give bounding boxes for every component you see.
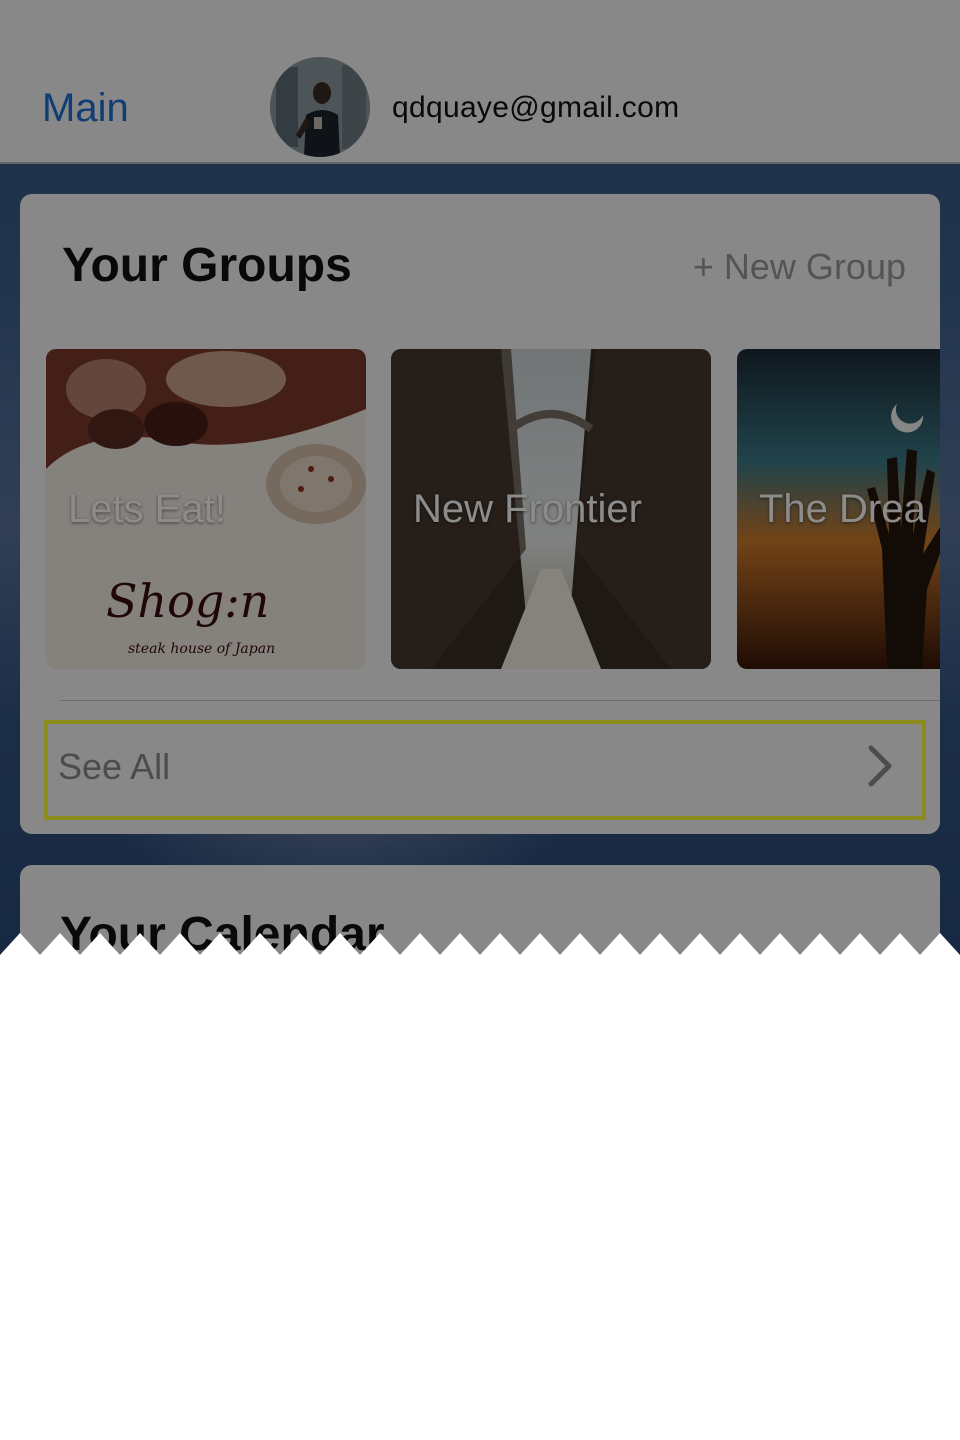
group-tile-lets-eat[interactable]: Shog:n steak house of Japan Lets Eat! [46, 349, 366, 669]
shogun-logo-text: Shog:n [106, 574, 269, 628]
see-all-button[interactable]: See All [44, 720, 926, 820]
shogun-logo-subtext: steak house of Japan [128, 641, 275, 657]
group-tile-new-frontier[interactable]: New Frontier [391, 349, 711, 669]
app-screen: Main qdquaye@gmail.com Your Groups + New… [0, 0, 960, 960]
torn-edge [0, 933, 960, 1440]
see-all-label: See All [58, 746, 171, 787]
new-group-button[interactable]: + New Group [693, 244, 906, 290]
group-tile-the-dream[interactable]: The Drea [737, 349, 940, 669]
user-email: qdquaye@gmail.com [392, 91, 680, 124]
group-tile-label: Lets Eat! [68, 487, 226, 531]
groups-card: Your Groups + New Group Shog:n steak hou… [20, 194, 940, 834]
group-tile-label: The Drea [759, 487, 926, 531]
torn-edge-shape [0, 933, 960, 1440]
groups-section-title: Your Groups [62, 239, 352, 292]
divider [60, 700, 940, 701]
group-tile-label: New Frontier [413, 487, 642, 531]
chevron-right-icon [868, 745, 892, 787]
avatar[interactable] [270, 57, 370, 157]
navigation-bar: Main qdquaye@gmail.com [0, 0, 960, 164]
main-back-button[interactable]: Main [42, 84, 129, 132]
